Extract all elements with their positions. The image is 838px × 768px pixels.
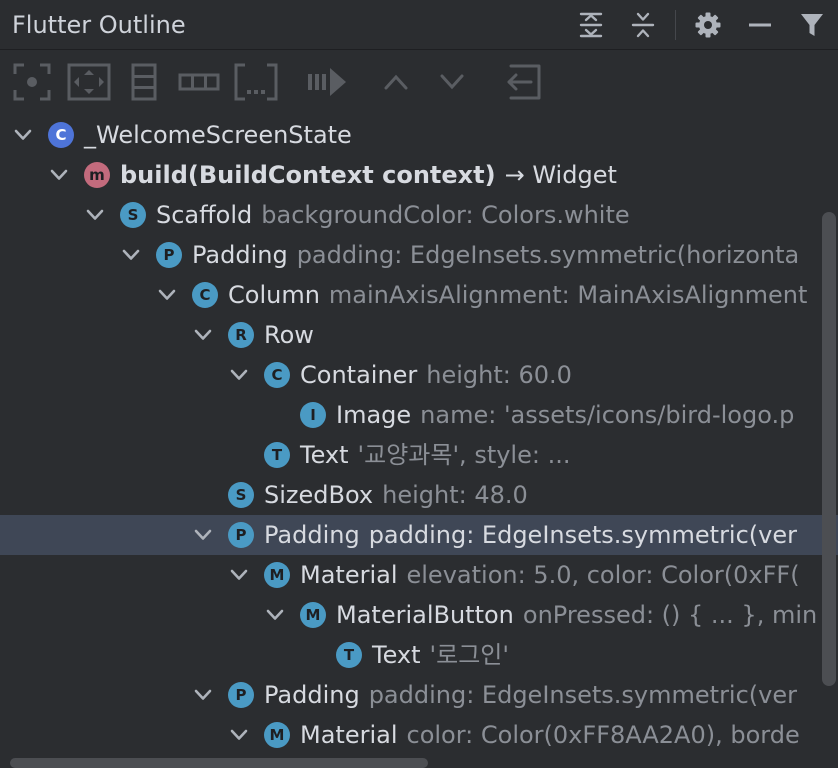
header-actions [565,0,838,50]
node-type-badge: S [120,202,146,228]
wrap-padding-icon[interactable] [66,62,112,102]
chevron-down-icon[interactable] [228,355,250,395]
node-type-badge: T [336,642,362,668]
tree-row[interactable]: M Material color: Color(0xFF8AA2A0), borde [0,715,838,755]
tree-row[interactable]: m build(BuildContext context) → Widget [0,155,838,195]
node-name: Padding [264,521,360,549]
tree-row[interactable]: I Image name: 'assets/icons/bird-logo.p [0,395,838,435]
collapse-all-icon[interactable] [617,0,669,50]
tree-row[interactable]: P Padding padding: EdgeInsets.symmetric(ho… [0,235,838,275]
node-name: SizedBox [264,481,374,509]
node-type-badge: P [228,682,254,708]
extract-widget-icon[interactable] [306,62,348,102]
chevron-down-icon[interactable] [192,315,214,355]
chevron-down-icon[interactable] [192,675,214,715]
wrap-container-icon[interactable] [234,62,278,102]
chevron-down-icon[interactable] [228,555,250,595]
node-name: MaterialButton [336,601,514,629]
node-type-badge: m [84,162,110,188]
node-name: Padding [192,241,288,269]
node-name: Column [228,281,320,309]
node-name: _WelcomeScreenState [84,121,352,149]
node-type-badge: I [300,402,326,428]
node-type-badge: R [228,322,254,348]
chevron-down-icon[interactable] [48,155,70,195]
node-type-badge: P [156,242,182,268]
tree-row[interactable]: R Row [0,315,838,355]
tree-row[interactable]: T Text '로그인' [0,635,838,675]
node-type-badge: P [228,522,254,548]
node-detail: onPressed: () { ... }, min [522,601,818,629]
chevron-down-icon[interactable] [84,195,106,235]
node-detail: '교양과목', style: ... [357,441,571,469]
outline-toolbar [0,50,838,112]
node-detail: padding: EdgeInsets.symmetric(horizonta [296,241,800,269]
node-name: build(BuildContext context) [120,161,496,189]
tree-row[interactable]: C Column mainAxisAlignment: MainAxisAlignm… [0,275,838,315]
node-name: Text [300,441,349,469]
node-detail: name: 'assets/icons/bird-logo.p [420,401,795,429]
tree-row[interactable]: P Padding padding: EdgeInsets.symmetric(ve… [0,675,838,715]
vertical-scrollbar[interactable] [822,212,836,686]
header-separator [675,10,676,40]
outline-tree: C _WelcomeScreenStatem build(BuildContext … [0,115,838,760]
node-detail: mainAxisAlignment: MainAxisAlignment [328,281,808,309]
move-down-icon[interactable] [438,62,466,102]
chevron-down-icon[interactable] [156,275,178,315]
horizontal-scrollbar[interactable] [10,758,428,768]
wrap-center-icon[interactable] [12,62,52,102]
node-detail: elevation: 5.0, color: Color(0xFF( [406,561,800,589]
flutter-outline-panel: Flutter Outline C _WelcomeScreenState m … [0,0,838,768]
node-name: Text [372,641,421,669]
tree-row[interactable]: P Padding padding: EdgeInsets.symmetric(ve… [0,515,838,555]
remove-widget-icon[interactable] [502,62,542,102]
node-type-badge: M [264,562,290,588]
tree-row[interactable]: S SizedBox height: 48.0 [0,475,838,515]
node-detail: → Widget [504,161,617,189]
node-name: Material [300,721,398,749]
node-name: Scaffold [156,201,253,229]
node-detail: height: 60.0 [426,361,572,389]
expand-all-icon[interactable] [565,0,617,50]
tree-row[interactable]: C _WelcomeScreenState [0,115,838,155]
tree-row[interactable]: C Container height: 60.0 [0,355,838,395]
tree-row[interactable]: M Material elevation: 5.0, color: Color(0x… [0,555,838,595]
tree-row[interactable]: M MaterialButton onPressed: () { ... }, mi… [0,595,838,635]
gear-icon[interactable] [682,0,734,50]
node-detail: '로그인' [429,641,509,669]
node-detail: color: Color(0xFF8AA2A0), borde [406,721,800,749]
wrap-row-icon[interactable] [178,62,220,102]
tree-row[interactable]: T Text '교양과목', style: ... [0,435,838,475]
node-type-badge: M [264,722,290,748]
node-type-badge: C [192,282,218,308]
node-detail: padding: EdgeInsets.symmetric(ver [368,521,797,549]
node-name: Padding [264,681,360,709]
wrap-column-icon[interactable] [130,62,158,102]
node-type-badge: M [300,602,326,628]
node-name: Material [300,561,398,589]
node-type-badge: T [264,442,290,468]
tree-row[interactable]: S Scaffold backgroundColor: Colors.white [0,195,838,235]
node-detail: backgroundColor: Colors.white [261,201,630,229]
node-detail: height: 48.0 [382,481,528,509]
chevron-down-icon[interactable] [12,115,34,155]
node-type-badge: C [48,122,74,148]
node-type-badge: S [228,482,254,508]
filter-icon[interactable] [786,0,838,50]
panel-header: Flutter Outline [0,0,838,50]
node-name: Image [336,401,412,429]
chevron-down-icon[interactable] [228,715,250,755]
move-up-icon[interactable] [382,62,410,102]
node-name: Row [264,321,314,349]
chevron-down-icon[interactable] [192,515,214,555]
chevron-down-icon[interactable] [120,235,142,275]
minimize-icon[interactable] [734,0,786,50]
node-type-badge: C [264,362,290,388]
panel-title: Flutter Outline [12,11,186,39]
chevron-down-icon[interactable] [264,595,286,635]
node-name: Container [300,361,418,389]
node-detail: padding: EdgeInsets.symmetric(ver [368,681,797,709]
